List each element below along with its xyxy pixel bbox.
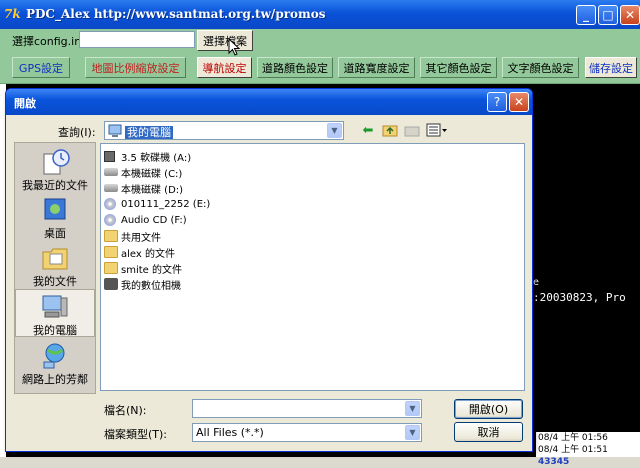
dialog-titlebar[interactable]: 開啟 ? ✕ bbox=[6, 89, 532, 115]
terminal-line: e bbox=[533, 277, 540, 288]
mouse-cursor-icon bbox=[228, 38, 240, 56]
list-item[interactable]: alex 的文件 bbox=[104, 244, 175, 260]
filename-field[interactable]: ▼ bbox=[192, 399, 422, 418]
road-width-settings-button[interactable]: 道路寬度設定 bbox=[338, 57, 415, 78]
list-item-label: smite 的文件 bbox=[121, 264, 182, 276]
minimize-button[interactable]: _ bbox=[576, 5, 596, 25]
status-selected[interactable]: 43345 bbox=[538, 457, 569, 467]
list-item[interactable]: Audio CD (F:) bbox=[104, 212, 187, 228]
other-color-settings-button[interactable]: 其它顏色設定 bbox=[420, 57, 497, 78]
cd-drive-icon bbox=[104, 198, 116, 210]
status-line: 08/4 上午 01:56 bbox=[538, 433, 608, 443]
open-button[interactable]: 開啟(O) bbox=[454, 399, 523, 419]
audio-cd-icon bbox=[104, 214, 116, 226]
up-folder-icon[interactable] bbox=[381, 121, 399, 139]
app-title: PDC_Alex http://www.santmat.org.tw/promo… bbox=[26, 7, 326, 21]
place-label: 我的電腦 bbox=[33, 324, 77, 337]
save-settings-button[interactable]: 儲存設定 bbox=[585, 57, 637, 78]
road-color-settings-button[interactable]: 道路顏色設定 bbox=[257, 57, 333, 78]
terminal-line: :20030823, Pro bbox=[533, 291, 626, 304]
background-list-status: 08/4 上午 01:56 08/4 上午 01:51 43345 bbox=[536, 432, 640, 467]
my-computer-icon bbox=[108, 124, 122, 137]
chevron-down-icon[interactable]: ▼ bbox=[405, 425, 420, 440]
network-places-icon bbox=[43, 343, 65, 369]
close-button[interactable]: ✕ bbox=[620, 5, 640, 25]
list-item[interactable]: 3.5 軟碟機 (A:) bbox=[104, 148, 191, 164]
filetype-value: All Files (*.*) bbox=[196, 426, 264, 439]
my-computer-icon bbox=[42, 295, 68, 318]
folder-icon bbox=[104, 246, 118, 258]
list-item-label: Audio CD (F:) bbox=[121, 214, 187, 226]
place-label: 我最近的文件 bbox=[22, 179, 88, 192]
place-recent-documents[interactable]: 我最近的文件 bbox=[15, 145, 95, 193]
list-item-label: 3.5 軟碟機 (A:) bbox=[121, 152, 192, 164]
list-item-label: 本機磁碟 (D:) bbox=[121, 184, 184, 196]
list-item[interactable]: 共用文件 bbox=[104, 228, 161, 244]
chevron-down-icon[interactable]: ▼ bbox=[405, 401, 420, 416]
list-item-label: 我的數位相機 bbox=[121, 280, 181, 292]
app-titlebar[interactable]: 7k PDC_Alex http://www.santmat.org.tw/pr… bbox=[0, 0, 640, 29]
dialog-close-button[interactable]: ✕ bbox=[509, 92, 529, 112]
filetype-dropdown[interactable]: All Files (*.*) ▼ bbox=[192, 423, 422, 442]
config-path-input[interactable] bbox=[79, 31, 195, 48]
gps-settings-button[interactable]: GPS設定 bbox=[12, 57, 70, 78]
config-label: 選擇config.ini bbox=[12, 35, 85, 48]
navigation-settings-button[interactable]: 導航設定 bbox=[197, 57, 252, 78]
list-item-label: 共用文件 bbox=[121, 232, 161, 244]
place-label: 網路上的芳鄰 bbox=[22, 373, 88, 386]
camera-icon bbox=[104, 278, 118, 290]
filetype-label: 檔案類型(T): bbox=[104, 428, 168, 441]
desktop-icon bbox=[44, 198, 66, 220]
my-documents-folder-icon bbox=[42, 248, 68, 270]
look-in-value: 我的電腦 bbox=[125, 126, 173, 139]
app-icon: 7k bbox=[4, 7, 21, 21]
new-folder-icon bbox=[403, 121, 421, 139]
dialog-title: 開啟 bbox=[14, 97, 36, 110]
list-item[interactable]: 本機磁碟 (D:) bbox=[104, 180, 183, 196]
recent-documents-icon bbox=[43, 149, 70, 175]
maximize-button[interactable]: □ bbox=[598, 5, 618, 25]
status-line-text: 08/4 上午 01:51 bbox=[538, 445, 608, 455]
list-item[interactable]: 010111_2252 (E:) bbox=[104, 196, 210, 212]
place-label: 我的文件 bbox=[33, 275, 77, 288]
place-my-documents[interactable]: 我的文件 bbox=[15, 241, 95, 289]
file-list[interactable]: 3.5 軟碟機 (A:) 本機磁碟 (C:) 本機磁碟 (D:) 010111_… bbox=[100, 143, 525, 391]
place-my-computer[interactable]: 我的電腦 bbox=[15, 289, 95, 337]
filename-label: 檔名(N): bbox=[104, 404, 147, 417]
list-item[interactable]: 我的數位相機 bbox=[104, 276, 181, 292]
map-scale-settings-button[interactable]: 地圖比例縮放設定 bbox=[85, 57, 186, 78]
hard-drive-icon bbox=[104, 168, 118, 176]
view-menu-icon[interactable] bbox=[425, 121, 449, 139]
cancel-button[interactable]: 取消 bbox=[454, 422, 523, 442]
look-in-label: 查詢(I): bbox=[58, 126, 96, 139]
chevron-down-icon[interactable]: ▼ bbox=[327, 123, 342, 138]
place-desktop[interactable]: 桌面 bbox=[15, 193, 95, 241]
status-line: 08/4 上午 01:51 43345 bbox=[538, 444, 640, 468]
folder-icon bbox=[104, 230, 118, 242]
floppy-drive-icon bbox=[104, 150, 115, 162]
place-network[interactable]: 網路上的芳鄰 bbox=[15, 339, 95, 387]
text-color-settings-button[interactable]: 文字顏色設定 bbox=[502, 57, 579, 78]
list-item-label: 本機磁碟 (C:) bbox=[121, 168, 183, 180]
list-item-label: 010111_2252 (E:) bbox=[121, 198, 211, 210]
list-item[interactable]: smite 的文件 bbox=[104, 260, 182, 276]
look-in-dropdown[interactable]: 我的電腦 ▼ bbox=[104, 121, 344, 140]
hard-drive-icon bbox=[104, 184, 118, 192]
back-arrow-icon[interactable]: ⬅ bbox=[360, 121, 376, 139]
places-bar: 我最近的文件 桌面 我的文件 我的電腦 網路上的芳鄰 bbox=[14, 142, 96, 394]
folder-icon bbox=[104, 262, 118, 274]
list-item[interactable]: 本機磁碟 (C:) bbox=[104, 164, 182, 180]
choose-file-button[interactable]: 選擇檔案 bbox=[197, 30, 253, 51]
place-label: 桌面 bbox=[44, 227, 66, 240]
list-item-label: alex 的文件 bbox=[121, 248, 175, 260]
help-button[interactable]: ? bbox=[487, 92, 507, 112]
